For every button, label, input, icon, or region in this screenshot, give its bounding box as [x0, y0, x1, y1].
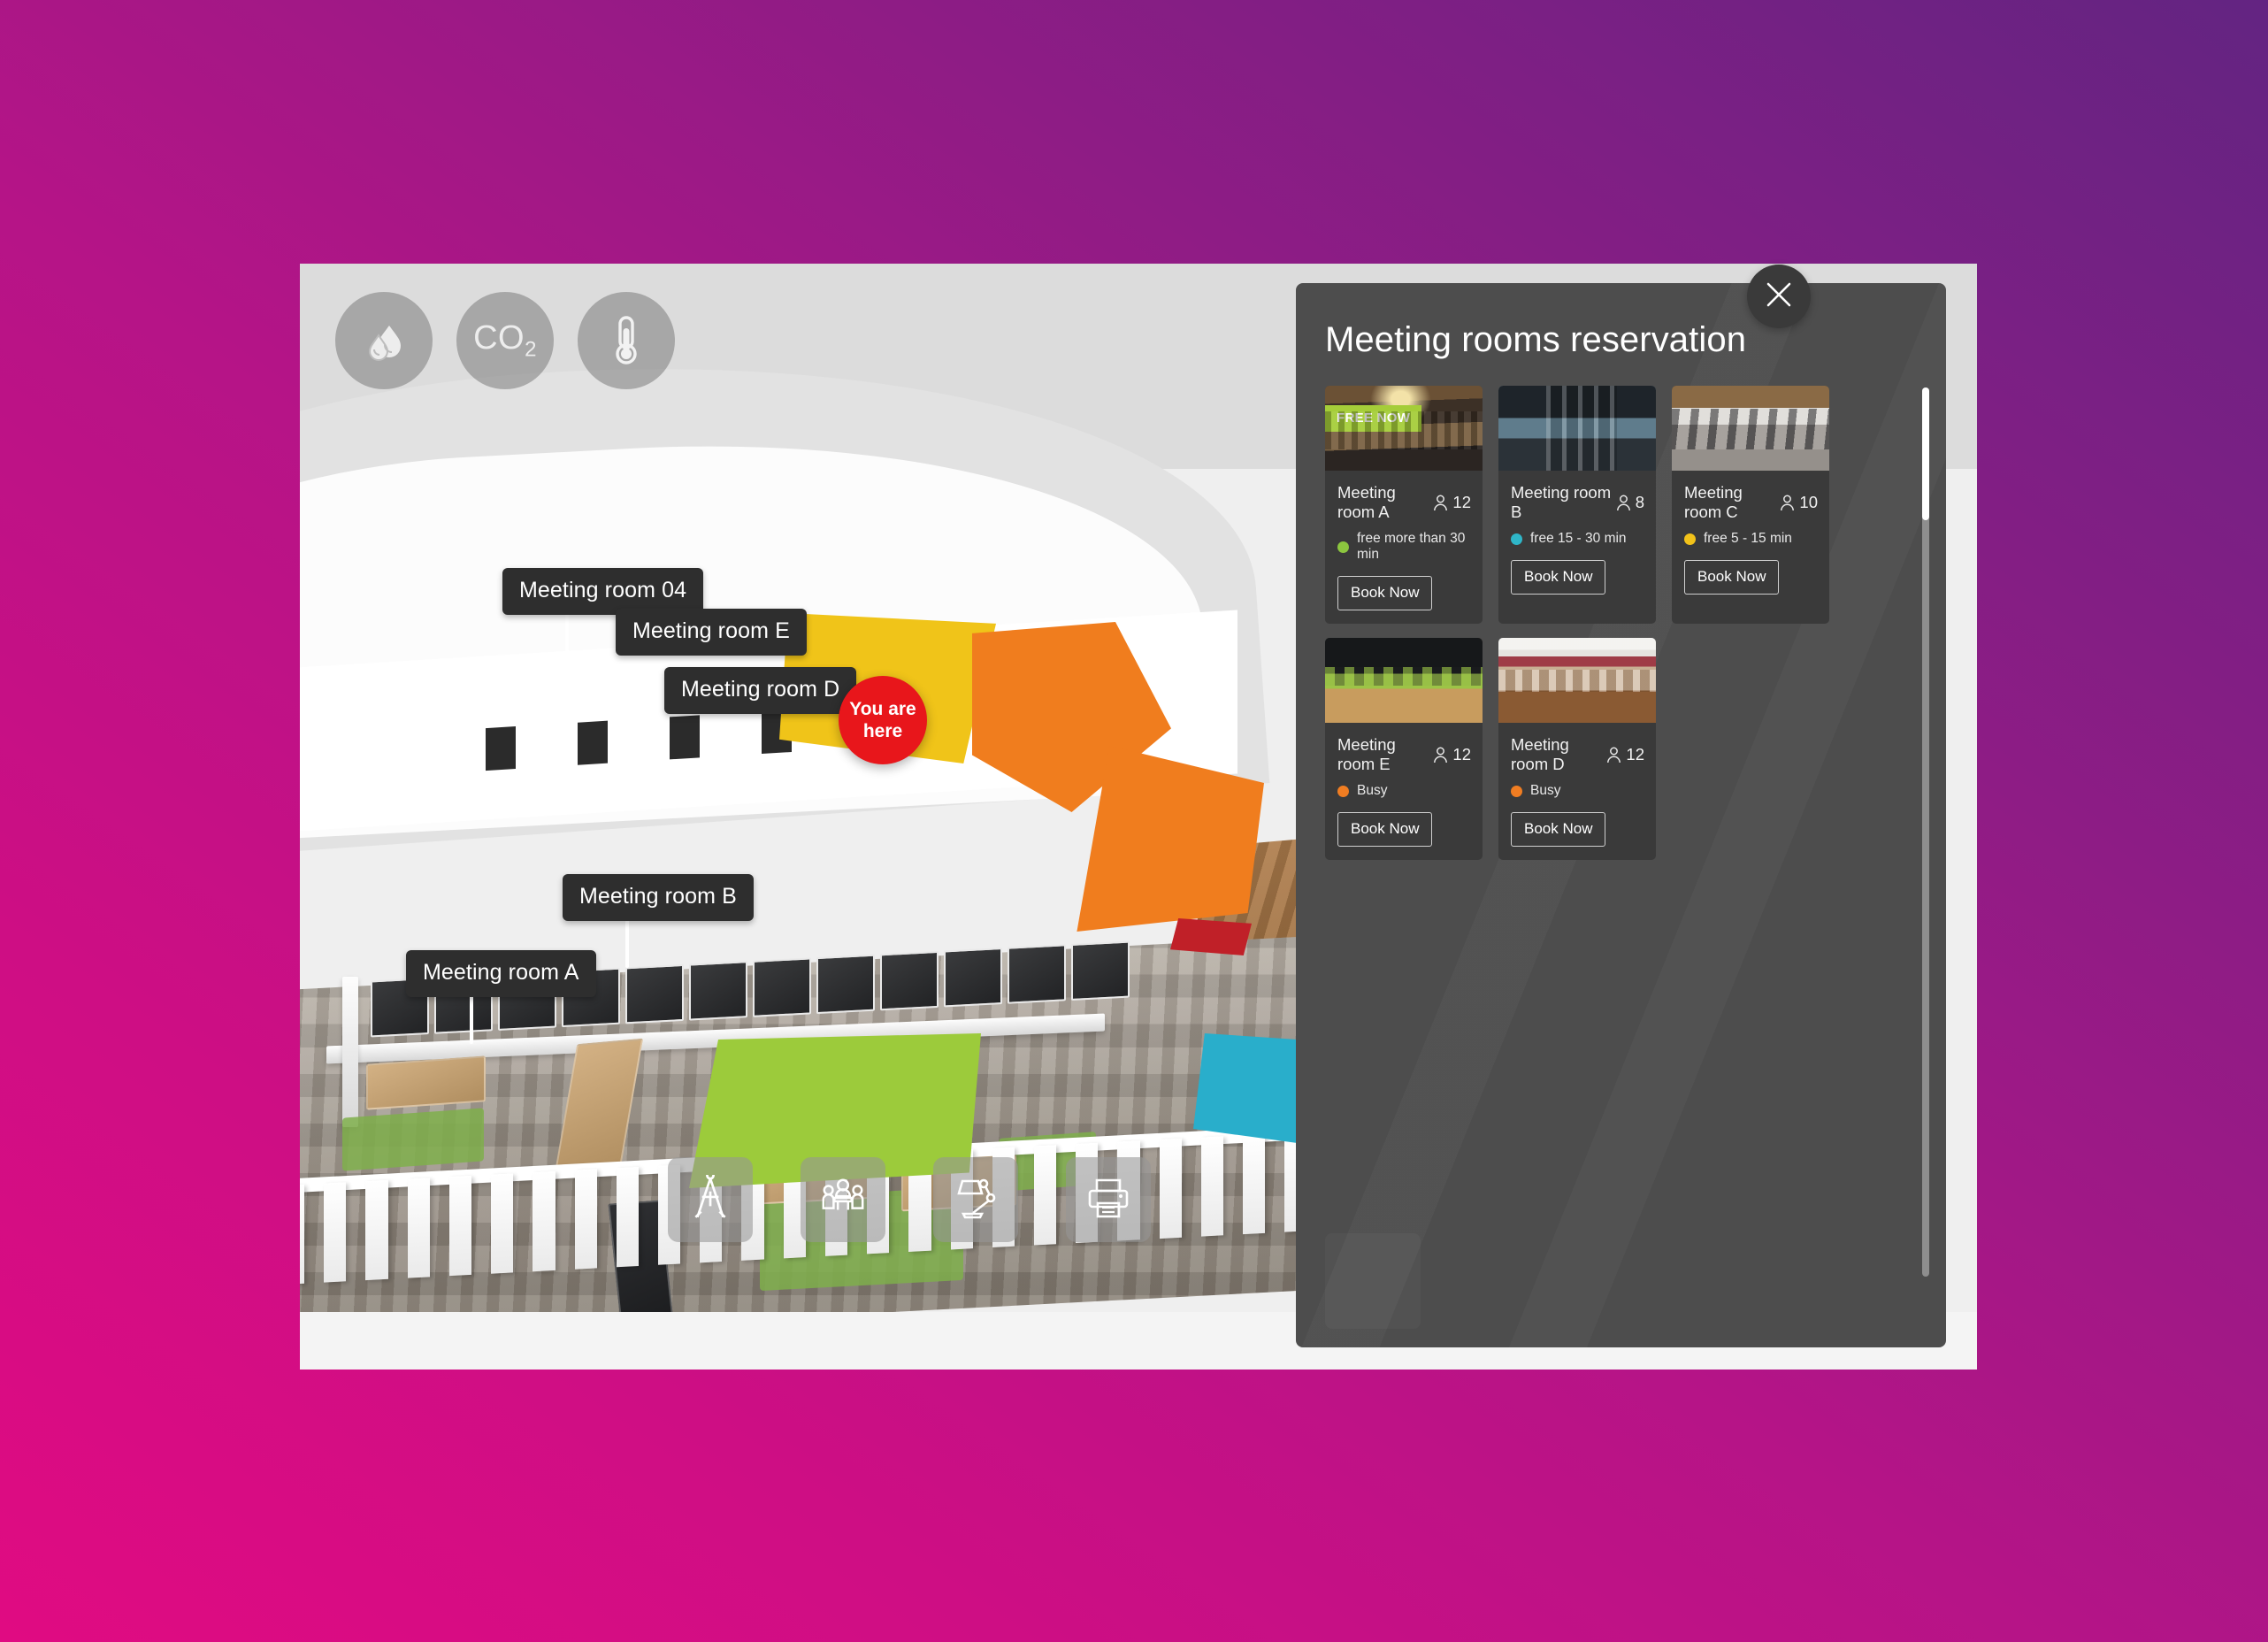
free-now-badge: FREE NOW	[1325, 405, 1422, 432]
map-label-meeting-room-d[interactable]: Meeting room D	[664, 667, 857, 714]
room-name: Meeting room C	[1684, 483, 1743, 521]
design-button[interactable]	[668, 1157, 753, 1242]
room-photo: FREE NOW	[1325, 386, 1483, 471]
room-cards-grid: FREE NOW Meeting room A 12 free more than 3…	[1325, 386, 1896, 860]
book-now-button[interactable]: Book Now	[1337, 812, 1433, 847]
room-name: Meeting room B	[1511, 483, 1612, 521]
room-card-header: Meeting room E 12	[1325, 723, 1483, 774]
room-name: Meeting room A	[1337, 483, 1396, 521]
status-dot	[1684, 533, 1696, 545]
co2-icon: CO2	[473, 318, 537, 362]
panel-scrollbar-thumb[interactable]	[1922, 387, 1929, 520]
status-dot	[1511, 785, 1522, 797]
co2-button[interactable]: CO2	[456, 292, 554, 389]
room-photo	[1672, 386, 1829, 471]
room-photo	[1325, 638, 1483, 723]
temperature-button[interactable]	[578, 292, 675, 389]
room-highlight-red	[1170, 918, 1252, 955]
room-card[interactable]: Meeting room B 8 free 15 - 30 min Book Now	[1498, 386, 1656, 624]
room-card[interactable]: Meeting room C 10 free 5 - 15 min Book Now	[1672, 386, 1829, 624]
room-name: Meeting room D	[1511, 735, 1569, 773]
map-label-meeting-room-b[interactable]: Meeting room B	[563, 874, 754, 921]
workplace-button[interactable]	[933, 1157, 1018, 1242]
status-dot	[1337, 785, 1349, 797]
close-button[interactable]	[1747, 265, 1811, 328]
book-now-button[interactable]: Book Now	[1511, 812, 1606, 847]
printer-icon	[1085, 1177, 1131, 1224]
panel-scrollbar[interactable]	[1922, 387, 1929, 1277]
meeting-people-icon	[819, 1177, 867, 1224]
panel-title: Meeting rooms reservation	[1325, 320, 1747, 359]
person-icon	[1434, 747, 1448, 763]
room-card-header: Meeting room C 10	[1672, 471, 1829, 522]
meeting-rooms-reservation-panel: Meeting rooms reservation FREE NOW Meetin…	[1296, 283, 1946, 1347]
room-cards-scroll-area[interactable]: FREE NOW Meeting room A 12 free more than 3…	[1325, 386, 1896, 1331]
room-capacity: 12	[1433, 493, 1471, 512]
partition-wall-left	[342, 977, 358, 1127]
meeting-button[interactable]	[801, 1157, 885, 1242]
print-button[interactable]	[1066, 1157, 1151, 1242]
room-capacity: 8	[1616, 493, 1644, 512]
you-are-here-marker: You are here	[839, 676, 927, 764]
book-now-button[interactable]: Book Now	[1684, 560, 1780, 595]
room-card-header: Meeting room A 12	[1325, 471, 1483, 522]
room-photo	[1498, 386, 1656, 471]
person-icon	[1616, 495, 1630, 510]
close-icon	[1764, 280, 1794, 314]
room-card-header: Meeting room D 12	[1498, 723, 1656, 774]
green-rug-left	[342, 1108, 484, 1171]
map-label-meeting-room-a[interactable]: Meeting room A	[406, 950, 596, 997]
room-card[interactable]: Meeting room E 12 Busy Book Now	[1325, 638, 1483, 860]
humidity-button[interactable]	[335, 292, 433, 389]
room-card-header: Meeting room B 8	[1498, 471, 1656, 522]
bookshelf-left	[366, 1055, 486, 1110]
status-text: free 5 - 15 min	[1704, 531, 1792, 546]
room-card[interactable]: Meeting room D 12 Busy Book Now	[1498, 638, 1656, 860]
status-dot	[1337, 541, 1349, 553]
status-text: free more than 30 min	[1357, 531, 1466, 562]
room-name: Meeting room E	[1337, 735, 1396, 773]
room-capacity: 12	[1606, 745, 1644, 764]
map-label-meeting-room-e[interactable]: Meeting room E	[616, 609, 807, 656]
partially-visible-card	[1325, 1233, 1421, 1329]
person-icon	[1434, 495, 1448, 510]
room-status: free 15 - 30 min	[1498, 522, 1656, 547]
room-capacity-value: 12	[1452, 745, 1471, 763]
room-capacity-value: 12	[1626, 745, 1644, 763]
humidity-icon	[360, 317, 408, 364]
room-capacity-value: 12	[1452, 493, 1471, 511]
room-status: free more than 30 min	[1325, 522, 1483, 563]
room-capacity: 12	[1433, 745, 1471, 764]
room-status: Busy	[1498, 774, 1656, 799]
kiosk-app-window: Meeting room 04 Meeting room E Meeting r…	[300, 264, 1977, 1370]
status-text: Busy	[1357, 783, 1388, 798]
room-status: free 5 - 15 min	[1672, 522, 1829, 547]
you-are-here-label: You are here	[849, 699, 916, 741]
utility-toolbar	[668, 1157, 1151, 1242]
room-status: Busy	[1325, 774, 1483, 799]
status-dot	[1511, 533, 1522, 545]
status-text: Busy	[1530, 783, 1561, 798]
room-photo	[1498, 638, 1656, 723]
person-icon	[1781, 495, 1795, 510]
compass-icon	[689, 1170, 732, 1225]
person-icon	[1607, 747, 1621, 763]
book-now-button[interactable]: Book Now	[1337, 576, 1433, 610]
room-capacity: 10	[1780, 493, 1818, 512]
room-capacity-value: 10	[1799, 493, 1818, 511]
room-capacity-value: 8	[1635, 493, 1644, 511]
room-card[interactable]: FREE NOW Meeting room A 12 free more than 3…	[1325, 386, 1483, 624]
temperature-icon	[602, 314, 650, 367]
status-text: free 15 - 30 min	[1530, 531, 1627, 546]
book-now-button[interactable]: Book Now	[1511, 560, 1606, 595]
sensor-toolbar: CO2	[335, 292, 675, 389]
desk-lamp-icon	[952, 1176, 1000, 1224]
